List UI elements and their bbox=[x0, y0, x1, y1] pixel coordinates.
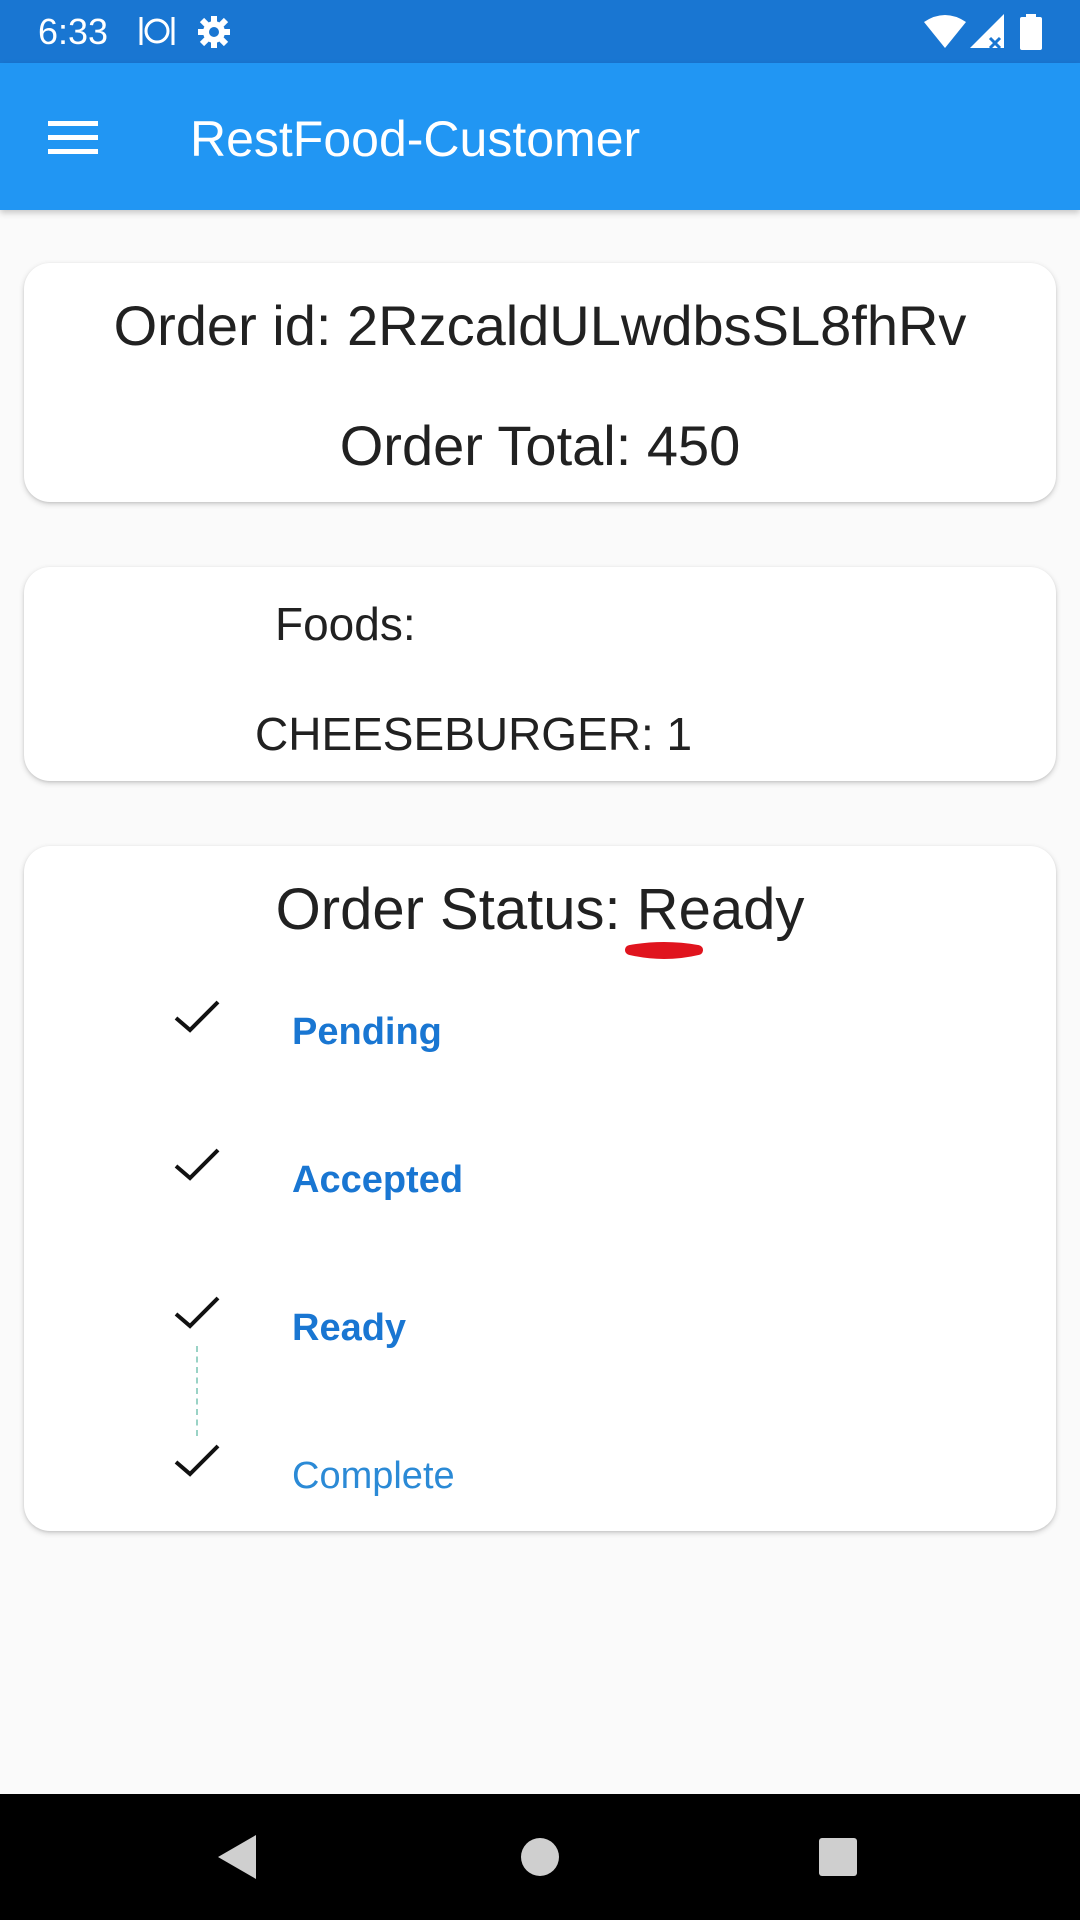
battery-icon bbox=[1020, 14, 1042, 55]
app-title: RestFood-Customer bbox=[190, 111, 641, 167]
status-step-label: Complete bbox=[292, 1455, 455, 1497]
order-info-card: Order id: 2RzcaldULwdbsSL8fhRv Order Tot… bbox=[24, 263, 1056, 502]
wifi-icon bbox=[924, 14, 966, 53]
recents-icon[interactable] bbox=[816, 1832, 860, 1887]
hamburger-menu-icon[interactable] bbox=[30, 105, 116, 169]
status-step-ready: Ready bbox=[24, 1292, 1056, 1352]
status-bar: 6:33 bbox=[0, 0, 1080, 63]
status-step-label: Pending bbox=[292, 1011, 442, 1053]
step-connector bbox=[196, 1346, 198, 1436]
red-underline-annotation bbox=[625, 942, 703, 959]
check-icon bbox=[174, 1148, 220, 1181]
status-step-complete: Complete bbox=[24, 1440, 1056, 1500]
order-status-heading: Order Status: Ready bbox=[275, 877, 805, 942]
system-nav-bar bbox=[0, 1794, 1080, 1920]
foods-label: Foods: bbox=[275, 598, 416, 650]
status-step-pending: Pending bbox=[24, 996, 1056, 1056]
check-icon bbox=[174, 1296, 220, 1329]
status-step-accepted: Accepted bbox=[24, 1144, 1056, 1204]
status-time: 6:33 bbox=[38, 11, 109, 52]
check-icon bbox=[174, 1000, 220, 1033]
signal-icon bbox=[970, 14, 1004, 53]
back-icon[interactable] bbox=[214, 1832, 260, 1887]
restaurant-icon bbox=[136, 14, 178, 53]
check-icon bbox=[174, 1444, 220, 1477]
order-id: Order id: 2RzcaldULwdbsSL8fhRv bbox=[113, 294, 967, 357]
app-bar: RestFood-Customer bbox=[0, 63, 1080, 210]
settings-gear-icon bbox=[196, 14, 232, 55]
home-icon[interactable] bbox=[518, 1832, 562, 1887]
foods-card: Foods: CHEESEBURGER: 1 bbox=[24, 567, 1056, 781]
food-item: CHEESEBURGER: 1 bbox=[255, 708, 693, 760]
status-step-label: Ready bbox=[292, 1307, 407, 1349]
order-total: Order Total: 450 bbox=[339, 414, 741, 477]
order-status-card: Order Status: Ready Pending Accepted Rea… bbox=[24, 846, 1056, 1531]
status-step-label: Accepted bbox=[292, 1159, 464, 1201]
